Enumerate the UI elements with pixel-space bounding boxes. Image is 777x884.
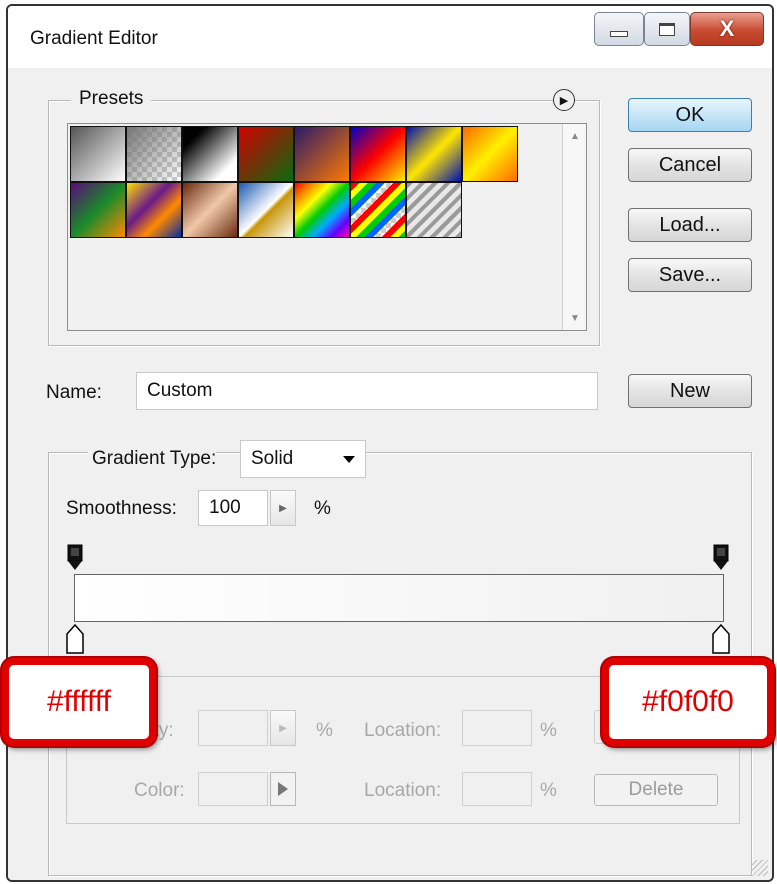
window-title: Gradient Editor: [30, 28, 158, 49]
gradient-type-value: Solid: [251, 448, 294, 469]
preset-swatch-violet-orange[interactable]: [294, 126, 350, 182]
maximize-icon: [659, 22, 675, 36]
gradient-type-select[interactable]: Solid: [240, 440, 366, 478]
stop-color-menu-button[interactable]: [270, 772, 296, 806]
scroll-up-icon[interactable]: ▲: [563, 124, 587, 148]
presets-label: Presets: [71, 88, 152, 110]
new-button[interactable]: New: [628, 374, 752, 408]
opacity-location-percent: %: [540, 720, 557, 741]
name-label: Name:: [46, 382, 102, 403]
opacity-location-label: Location:: [364, 720, 442, 741]
triangle-right-icon: ▶: [279, 722, 287, 734]
callout-start-color: #ffffff: [2, 658, 156, 746]
delete-button[interactable]: Delete: [594, 774, 718, 806]
color-stop-right[interactable]: [712, 624, 730, 654]
play-arrow-icon: ▶: [559, 94, 569, 107]
chevron-down-icon: [343, 456, 355, 463]
load-button[interactable]: Load...: [628, 208, 752, 242]
preset-swatch-transparent-stripes[interactable]: [406, 182, 462, 238]
preset-swatch-yellow-violet-orange-blue[interactable]: [126, 182, 182, 238]
preset-swatch-orange-yellow-orange[interactable]: [462, 126, 518, 182]
maximize-button[interactable]: [644, 12, 690, 46]
presets-group: Presets ▶ ▲ ▼: [48, 88, 600, 346]
smoothness-percent: %: [314, 498, 331, 519]
opacity-percent: %: [316, 720, 333, 741]
cancel-button[interactable]: Cancel: [628, 148, 752, 182]
preset-swatch-chrome[interactable]: [238, 182, 294, 238]
callout-end-color: #f0f0f0: [602, 658, 774, 746]
opacity-location-field[interactable]: [462, 710, 532, 746]
gradient-editor-window: Gradient Editor X Presets ▶ ▲ ▼ OK Cance…: [6, 4, 774, 882]
stop-opacity-field[interactable]: [198, 710, 268, 746]
preset-swatch-transparent-rainbow[interactable]: [350, 182, 406, 238]
presets-menu-button[interactable]: ▶: [553, 89, 575, 111]
preset-swatch-red-green[interactable]: [238, 126, 294, 182]
color-stop-left[interactable]: [66, 624, 84, 654]
stop-color-swatch[interactable]: [198, 772, 268, 806]
smoothness-label: Smoothness:: [66, 498, 177, 519]
opacity-stop-right[interactable]: [712, 544, 730, 572]
color-location-field[interactable]: [462, 772, 532, 806]
preset-swatch-spectrum[interactable]: [294, 182, 350, 238]
preset-swatch-blue-yellow-blue[interactable]: [406, 126, 462, 182]
title-bar: Gradient Editor X: [8, 6, 772, 68]
preset-swatch-foreground-to-transparent[interactable]: [126, 126, 182, 182]
preset-swatch-copper[interactable]: [182, 182, 238, 238]
minimize-button[interactable]: [594, 12, 644, 46]
preset-swatch-black-white[interactable]: [182, 126, 238, 182]
close-button[interactable]: X: [690, 12, 764, 46]
smoothness-field[interactable]: 100: [198, 490, 268, 526]
color-label: Color:: [134, 780, 185, 801]
preset-swatch-violet-green-orange[interactable]: [70, 182, 126, 238]
presets-list: ▲ ▼: [67, 123, 587, 331]
scroll-down-icon[interactable]: ▼: [563, 306, 587, 330]
triangle-right-icon: ▶: [279, 502, 287, 514]
name-field[interactable]: Custom: [136, 372, 598, 410]
ok-button[interactable]: OK: [628, 98, 752, 132]
dialog-client: Presets ▶ ▲ ▼ OK Cancel Load... Save... …: [8, 68, 772, 880]
smoothness-slider-button[interactable]: ▶: [270, 490, 296, 526]
opacity-stop-left[interactable]: [66, 544, 84, 572]
stop-opacity-slider-button[interactable]: ▶: [270, 710, 296, 746]
preset-swatch-foreground-to-background[interactable]: [70, 126, 126, 182]
resize-grip[interactable]: [752, 860, 768, 876]
minimize-icon: [610, 31, 628, 37]
color-location-percent: %: [540, 780, 557, 801]
preset-swatch-grid: [70, 126, 518, 238]
color-location-label: Location:: [364, 780, 442, 801]
gradient-type-label: Gradient Type:: [88, 448, 217, 470]
preset-swatch-blue-red-yellow[interactable]: [350, 126, 406, 182]
gradient-preview-bar[interactable]: [74, 574, 724, 622]
triangle-right-icon: [278, 782, 288, 796]
save-button[interactable]: Save...: [628, 258, 752, 292]
close-icon: X: [719, 16, 735, 41]
presets-scrollbar[interactable]: ▲ ▼: [562, 124, 586, 330]
